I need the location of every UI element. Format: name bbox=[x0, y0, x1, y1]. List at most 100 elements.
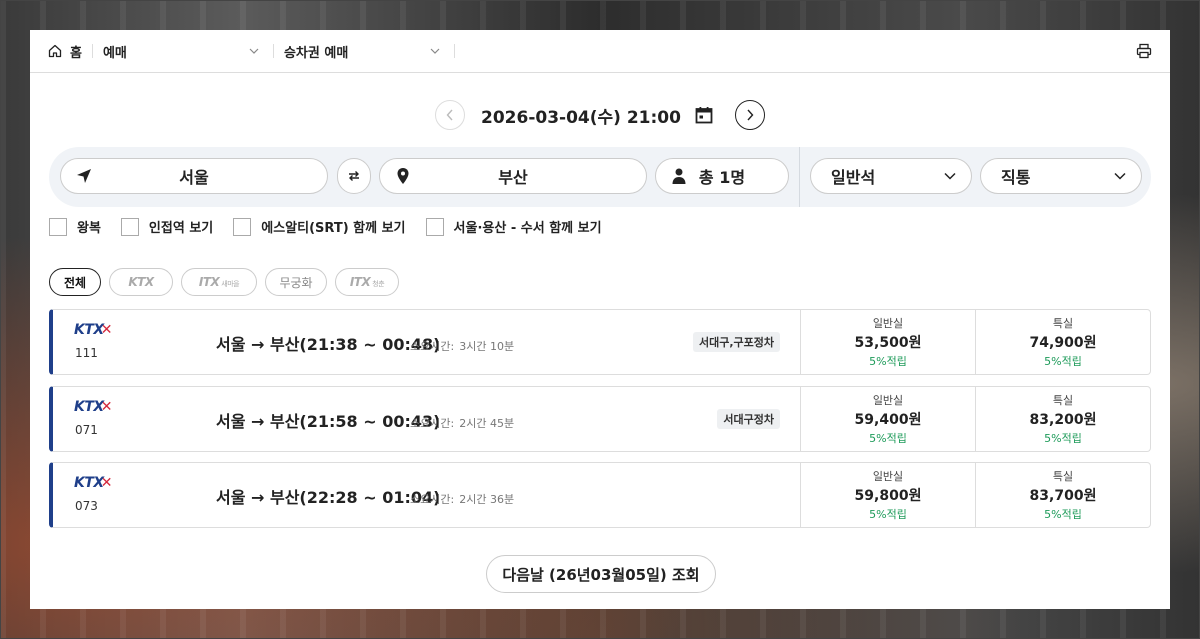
home-icon bbox=[48, 44, 62, 58]
option-show-srt[interactable]: 에스알티(SRT) 함께 보기 bbox=[233, 217, 406, 236]
breadcrumb-home[interactable]: 홈 bbox=[48, 42, 82, 61]
itx-cheongchun-logo: ITX 청춘 bbox=[349, 275, 385, 289]
breadcrumb-menu1-label: 예매 bbox=[102, 45, 127, 61]
train-duration: 소요시간: 3시간 10분 bbox=[410, 340, 515, 353]
next-date-button[interactable] bbox=[734, 100, 765, 130]
fare-point: 5%적립 bbox=[1044, 355, 1082, 368]
fare-class: 특실 bbox=[1052, 394, 1074, 407]
filter-all[interactable]: 전체 bbox=[49, 268, 101, 296]
ktx-logo: KTX bbox=[128, 275, 154, 289]
breadcrumb-divider bbox=[453, 44, 455, 58]
swap-icon bbox=[349, 171, 359, 181]
calendar-icon[interactable] bbox=[695, 106, 713, 124]
search-options: 왕복 인접역 보기 에스알티(SRT) 함께 보기 서울·용산 - 수서 함께 … bbox=[49, 217, 608, 236]
route-type-label: 직통 bbox=[1001, 168, 1031, 187]
train-row[interactable]: KTX✕ 073 서울 → 부산(22:28 ~ 01:04) 소요시간: 2시… bbox=[49, 462, 1151, 528]
option-show-suseo[interactable]: 서울·용산 - 수서 함께 보기 bbox=[425, 217, 602, 236]
train-route: 서울 → 부산(22:28 ~ 01:04) bbox=[216, 488, 441, 507]
checkbox[interactable] bbox=[425, 217, 444, 236]
option-round-trip[interactable]: 왕복 bbox=[49, 217, 101, 236]
fare-point: 5%적립 bbox=[869, 432, 907, 445]
origin-field[interactable]: 서울 bbox=[60, 158, 328, 194]
option-label: 에스알티(SRT) 함께 보기 bbox=[261, 221, 406, 236]
general-fare-button[interactable]: 일반실 59,400원 5%적립 bbox=[800, 387, 975, 451]
train-row[interactable]: KTX✕ 071 서울 → 부산(21:58 ~ 00:43) 소요시간: 2시… bbox=[49, 386, 1151, 452]
train-duration: 소요시간: 2시간 36분 bbox=[410, 493, 515, 506]
filter-mugunghwa[interactable]: 무궁화 bbox=[265, 268, 327, 296]
train-type-filters: 전체 KTX ITX 새마을 무궁화 ITX 청춘 bbox=[49, 268, 399, 296]
filter-ktx[interactable]: KTX bbox=[109, 268, 173, 296]
breadcrumb-divider bbox=[272, 44, 274, 58]
ktx-logo: KTX✕ bbox=[74, 475, 112, 491]
option-label: 왕복 bbox=[77, 221, 101, 236]
ktx-logo: KTX✕ bbox=[74, 322, 112, 338]
special-fare-button[interactable]: 특실 83,700원 5%적립 bbox=[975, 463, 1150, 527]
person-icon bbox=[670, 167, 688, 185]
stops-badge: 서대구정차 bbox=[717, 409, 780, 429]
train-route: 서울 → 부산(21:38 ~ 00:48) bbox=[216, 335, 441, 354]
printer-icon bbox=[1136, 43, 1152, 59]
checkbox[interactable] bbox=[120, 217, 139, 236]
train-number: 071 bbox=[75, 423, 98, 437]
next-day-label: 다음날 (26년03월05일) 조회 bbox=[502, 565, 700, 584]
prev-date-button[interactable] bbox=[435, 100, 466, 130]
fare-price: 74,900원 bbox=[1029, 335, 1097, 351]
filter-mugunghwa-label: 무궁화 bbox=[279, 275, 313, 290]
destination-label: 부산 bbox=[498, 168, 528, 187]
special-fare-button[interactable]: 특실 83,200원 5%적립 bbox=[975, 387, 1150, 451]
breadcrumb-menu2[interactable]: 승차권 예매 bbox=[284, 42, 444, 61]
fare-class: 일반실 bbox=[872, 470, 904, 483]
checkbox[interactable] bbox=[49, 217, 67, 236]
general-fare-button[interactable]: 일반실 59,800원 5%적립 bbox=[800, 463, 975, 527]
itx-saemaeul-logo: ITX 새마을 bbox=[198, 275, 240, 289]
chevron-down-icon bbox=[1113, 169, 1127, 183]
breadcrumb-home-label: 홈 bbox=[70, 45, 82, 61]
next-day-search-button[interactable]: 다음날 (26년03월05일) 조회 bbox=[486, 555, 716, 593]
chevron-left-icon bbox=[446, 109, 453, 121]
breadcrumb-menu1[interactable]: 예매 bbox=[103, 42, 263, 61]
breadcrumb: 홈 예매 승차권 예매 bbox=[30, 30, 1170, 73]
fare-point: 5%적립 bbox=[1044, 432, 1082, 445]
chevron-down-icon bbox=[249, 48, 259, 54]
train-row[interactable]: KTX✕ 111 서울 → 부산(21:38 ~ 00:48) 소요시간: 3시… bbox=[49, 309, 1151, 375]
fare-class: 특실 bbox=[1052, 317, 1074, 330]
origin-label: 서울 bbox=[179, 168, 209, 187]
date-selector: 2026-03-04(수) 21:00 bbox=[30, 100, 1170, 130]
fare-point: 5%적립 bbox=[869, 355, 907, 368]
search-bar: 서울 부산 총 1명 일반석 직통 bbox=[49, 147, 1151, 207]
general-fare-button[interactable]: 일반실 53,500원 5%적립 bbox=[800, 310, 975, 374]
swap-stations-button[interactable] bbox=[337, 158, 371, 194]
booking-panel: 홈 예매 승차권 예매 2026-03-04(수) 21:00 서울 부산 총 … bbox=[30, 30, 1170, 609]
passenger-field[interactable]: 총 1명 bbox=[655, 158, 789, 194]
filter-itx-cheongchun[interactable]: ITX 청춘 bbox=[335, 268, 399, 296]
option-nearby-stations[interactable]: 인접역 보기 bbox=[120, 217, 214, 236]
breadcrumb-menu2-label: 승차권 예매 bbox=[283, 45, 349, 61]
fare-class: 일반실 bbox=[872, 317, 904, 330]
fare-price: 83,700원 bbox=[1029, 488, 1097, 504]
option-label: 서울·용산 - 수서 함께 보기 bbox=[453, 221, 602, 236]
ktx-logo: KTX✕ bbox=[74, 399, 112, 415]
fare-price: 59,400원 bbox=[854, 412, 922, 428]
selected-date: 2026-03-04(수) 21:00 bbox=[481, 107, 681, 128]
chevron-down-icon bbox=[943, 169, 957, 183]
location-pin-icon bbox=[394, 167, 412, 185]
chevron-down-icon bbox=[430, 48, 440, 54]
train-route: 서울 → 부산(21:58 ~ 00:43) bbox=[216, 412, 441, 431]
special-fare-button[interactable]: 특실 74,900원 5%적립 bbox=[975, 310, 1150, 374]
filter-itx-saemaeul[interactable]: ITX 새마을 bbox=[181, 268, 257, 296]
train-number: 073 bbox=[75, 499, 98, 513]
seat-class-label: 일반석 bbox=[831, 168, 876, 187]
fare-price: 53,500원 bbox=[854, 335, 922, 351]
stops-badge: 서대구,구포정차 bbox=[692, 332, 780, 352]
breadcrumb-divider bbox=[91, 44, 93, 58]
print-button[interactable] bbox=[1136, 43, 1152, 63]
option-label: 인접역 보기 bbox=[148, 221, 214, 236]
send-arrow-icon bbox=[75, 167, 93, 185]
search-divider bbox=[799, 147, 800, 207]
fare-price: 59,800원 bbox=[854, 488, 922, 504]
destination-field[interactable]: 부산 bbox=[379, 158, 647, 194]
checkbox[interactable] bbox=[233, 217, 252, 236]
route-type-select[interactable]: 직통 bbox=[980, 158, 1142, 194]
seat-class-select[interactable]: 일반석 bbox=[810, 158, 972, 194]
chevron-right-icon bbox=[747, 109, 754, 121]
